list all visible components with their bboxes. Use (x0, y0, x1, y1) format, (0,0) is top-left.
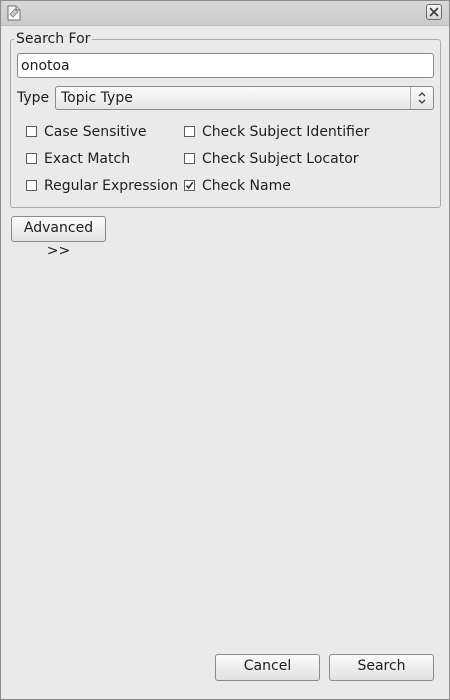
type-select[interactable]: Topic Type (55, 86, 434, 110)
case-sensitive-label: Case Sensitive (44, 124, 147, 140)
check-subject-identifier-label: Check Subject Identifier (202, 124, 370, 140)
search-for-legend: Search For (14, 30, 93, 48)
close-icon (429, 7, 439, 17)
regular-expression-label: Regular Expression (44, 178, 179, 194)
checkmark-icon (185, 181, 194, 190)
exact-match-label: Exact Match (44, 151, 131, 167)
check-name-label: Check Name (202, 178, 291, 194)
check-subject-locator-label: Check Subject Locator (202, 151, 359, 167)
check-subject-locator-checkbox[interactable] (184, 153, 195, 164)
check-subject-identifier-checkbox[interactable] (184, 126, 195, 137)
cancel-button[interactable]: Cancel (215, 654, 320, 681)
document-icon (6, 5, 22, 21)
advanced-button[interactable]: Advanced >> (11, 216, 106, 259)
updown-arrows-icon (410, 87, 433, 109)
search-dialog: Search For Type Topic Type Case Sensitiv… (0, 0, 450, 700)
regular-expression-checkbox[interactable] (26, 180, 37, 191)
search-button[interactable]: Search (329, 654, 434, 681)
case-sensitive-checkbox[interactable] (26, 126, 37, 137)
type-select-value: Topic Type (61, 90, 133, 106)
title-bar[interactable] (1, 1, 449, 26)
type-label: Type (17, 90, 50, 106)
check-name-checkbox[interactable] (184, 180, 195, 191)
search-input[interactable] (17, 53, 434, 78)
close-button[interactable] (426, 4, 442, 20)
exact-match-checkbox[interactable] (26, 153, 37, 164)
